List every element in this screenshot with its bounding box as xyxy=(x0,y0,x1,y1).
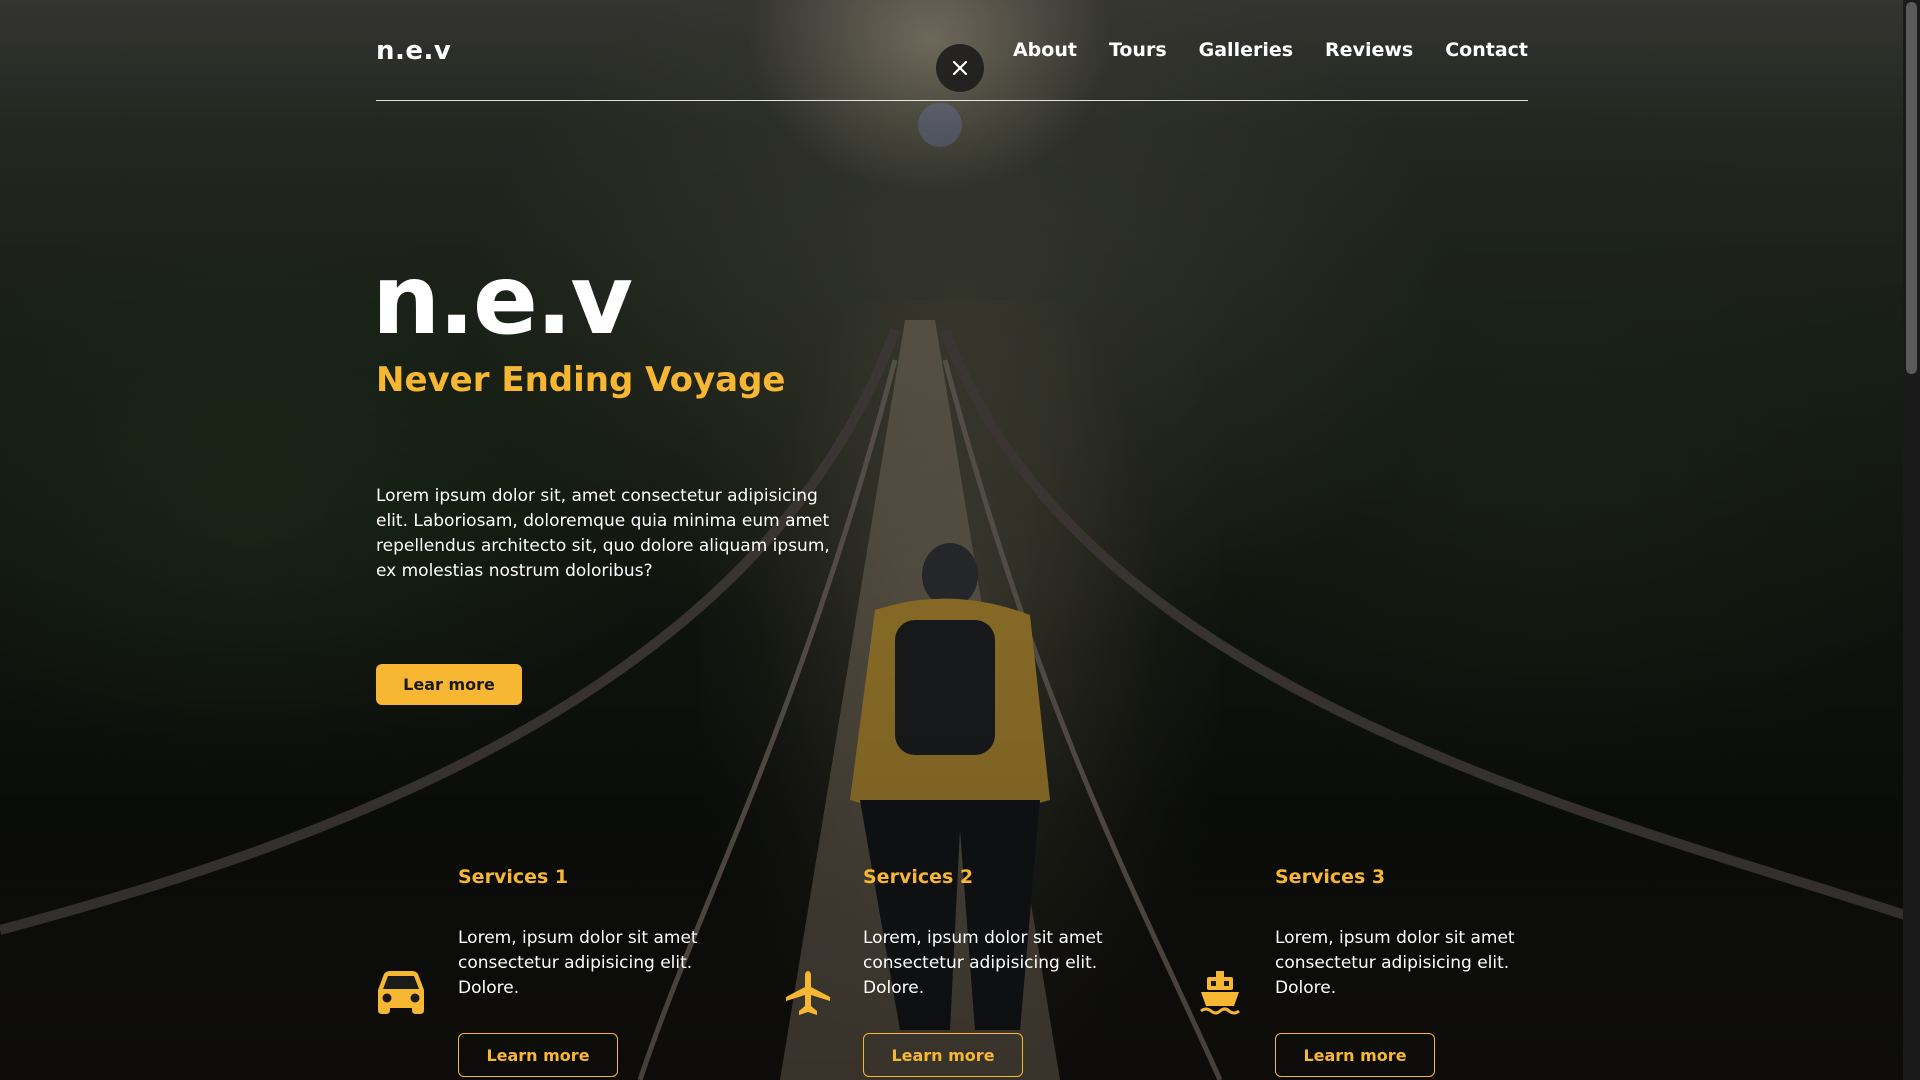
car-icon xyxy=(378,971,424,1014)
hero-background-image xyxy=(0,0,1920,1080)
hero-learn-more-button[interactable]: Lear more xyxy=(376,664,522,705)
ship-icon xyxy=(1200,971,1240,1015)
service-title: Services 3 xyxy=(1275,866,1386,888)
close-button[interactable] xyxy=(936,44,984,92)
service-description: Lorem, ipsum dolor sit amet consectetur … xyxy=(1275,928,1515,998)
nav-link-about[interactable]: About xyxy=(1013,39,1077,61)
nav-link-contact[interactable]: Contact xyxy=(1445,39,1528,61)
service-description: Lorem, ipsum dolor sit amet consectetur … xyxy=(863,928,1103,998)
scrollbar-thumb[interactable] xyxy=(1906,2,1917,374)
service-learn-more-button[interactable]: Learn more xyxy=(458,1033,618,1077)
hero-subtitle: Never Ending Voyage xyxy=(376,360,786,400)
service-title: Services 2 xyxy=(863,866,974,888)
site-logo[interactable]: n.e.v xyxy=(376,36,451,66)
hero-title: n.e.v xyxy=(372,244,633,356)
airplane-icon xyxy=(786,971,830,1015)
nav-link-tours[interactable]: Tours xyxy=(1109,39,1167,61)
service-description: Lorem, ipsum dolor sit amet consectetur … xyxy=(458,928,698,998)
nav-link-reviews[interactable]: Reviews xyxy=(1325,39,1413,61)
service-learn-more-button[interactable]: Learn more xyxy=(1275,1033,1435,1077)
service-title: Services 1 xyxy=(458,866,569,888)
nav-link-galleries[interactable]: Galleries xyxy=(1199,39,1293,61)
main-nav: About Tours Galleries Reviews Contact xyxy=(1013,39,1528,61)
service-learn-more-button[interactable]: Learn more xyxy=(863,1033,1023,1077)
page-scrollbar[interactable] xyxy=(1903,0,1920,1080)
hero-description: Lorem ipsum dolor sit, amet consectetur … xyxy=(376,486,830,581)
close-icon xyxy=(952,60,968,76)
